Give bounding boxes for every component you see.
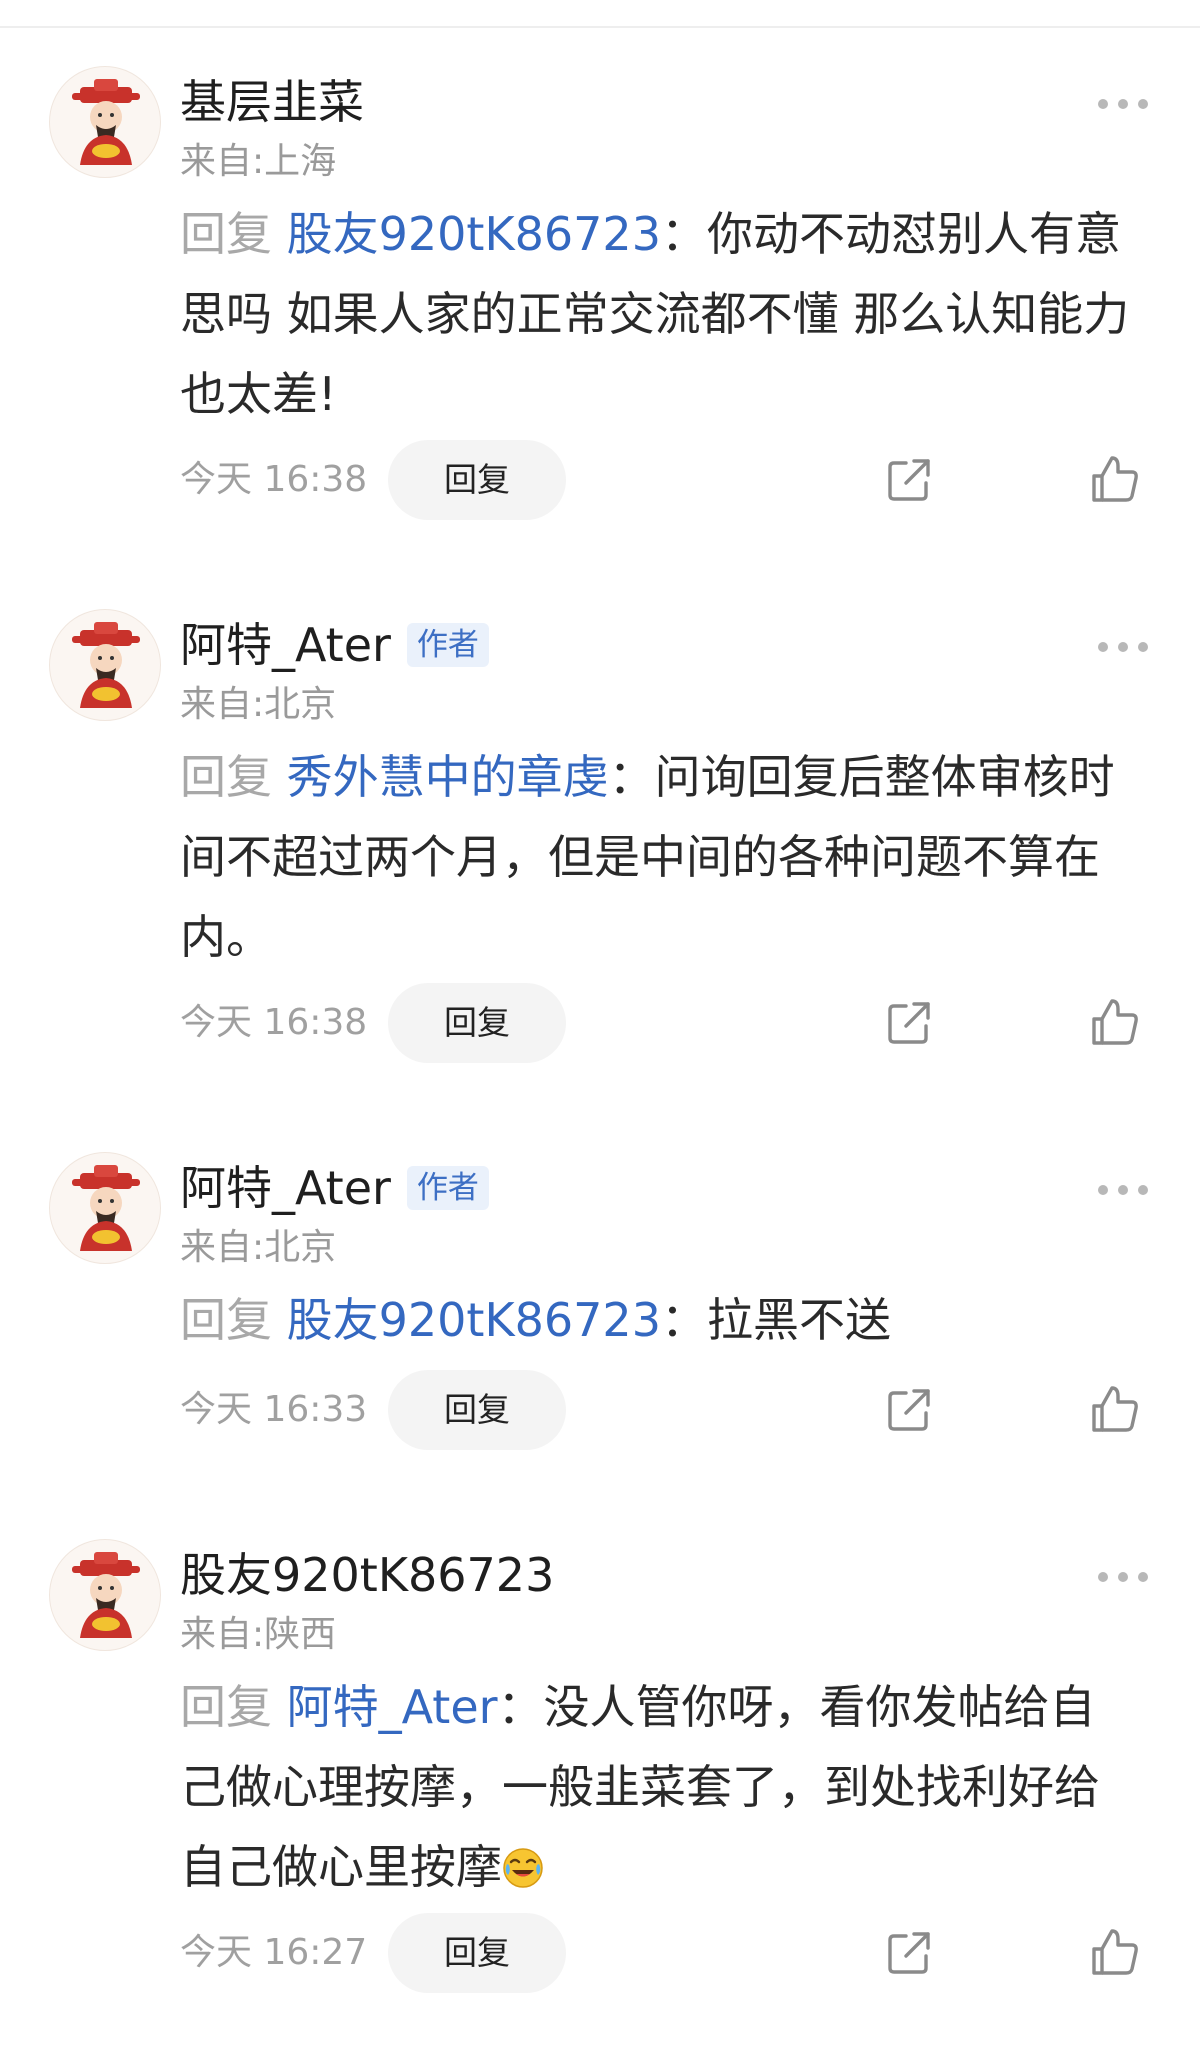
- share-icon[interactable]: [886, 1930, 932, 1976]
- more-dots-icon[interactable]: [1098, 1182, 1148, 1198]
- comment-text: 回复 秀外慧中的章虔：问询回复后整体审核时间不超过两个月，但是中间的各种问题不算…: [180, 737, 1140, 977]
- laugh-cry-emoji-icon: [502, 1833, 544, 1888]
- thumbs-up-icon[interactable]: [1090, 454, 1140, 504]
- user-name[interactable]: 阿特_Ater: [180, 615, 391, 675]
- share-icon[interactable]: [886, 1387, 932, 1433]
- user-name[interactable]: 基层韭菜: [180, 72, 364, 132]
- mention-link[interactable]: 股友920tK86723: [287, 207, 661, 261]
- name-row: 阿特_Ater 作者: [180, 615, 489, 675]
- more-dots-icon[interactable]: [1098, 639, 1148, 655]
- more-dots-icon[interactable]: [1098, 96, 1148, 112]
- timestamp: 今天 16:27: [180, 1932, 368, 1973]
- thumbs-up-icon[interactable]: [1090, 997, 1140, 1047]
- comment-actions: 今天 16:27 回复: [0, 1913, 1200, 1993]
- reply-button[interactable]: 回复: [388, 1913, 566, 1993]
- author-badge: 作者: [406, 1166, 489, 1210]
- reply-button[interactable]: 回复: [388, 1370, 566, 1450]
- caishen-avatar-icon[interactable]: [49, 66, 161, 178]
- name-row: 阿特_Ater 作者: [180, 1158, 489, 1218]
- timestamp: 今天 16:38: [180, 459, 368, 500]
- comment-body: ：拉黑不送: [660, 1293, 891, 1347]
- share-icon[interactable]: [886, 457, 932, 503]
- location-label: 来自:北京: [180, 1227, 337, 1268]
- timestamp: 今天 16:38: [180, 1002, 368, 1043]
- user-name[interactable]: 股友920tK86723: [180, 1545, 554, 1605]
- thumbs-up-icon[interactable]: [1090, 1384, 1140, 1434]
- comment-actions: 今天 16:38 回复: [0, 440, 1200, 520]
- thumbs-up-icon[interactable]: [1090, 1927, 1140, 1977]
- comment-text: 回复 阿特_Ater：没人管你呀，看你发帖给自己做心理按摩，一般韭菜套了，到处找…: [180, 1667, 1140, 1907]
- timestamp: 今天 16:33: [180, 1389, 368, 1430]
- mention-link[interactable]: 阿特_Ater: [287, 1680, 498, 1734]
- mention-link[interactable]: 秀外慧中的章虔: [287, 750, 609, 804]
- reply-button[interactable]: 回复: [388, 983, 566, 1063]
- reply-prefix: 回复: [180, 1680, 287, 1734]
- caishen-avatar-icon[interactable]: [49, 1539, 161, 1651]
- user-name[interactable]: 阿特_Ater: [180, 1158, 391, 1218]
- location-label: 来自:上海: [180, 141, 337, 182]
- mention-link[interactable]: 股友920tK86723: [287, 1293, 661, 1347]
- comment-actions: 今天 16:38 回复: [0, 983, 1200, 1063]
- reply-prefix: 回复: [180, 1293, 287, 1347]
- reply-prefix: 回复: [180, 750, 287, 804]
- author-badge: 作者: [406, 623, 489, 667]
- caishen-avatar-icon[interactable]: [49, 1152, 161, 1264]
- comment-text: 回复 股友920tK86723：你动不动怼别人有意思吗 如果人家的正常交流都不懂…: [180, 194, 1140, 434]
- reply-prefix: 回复: [180, 207, 287, 261]
- reply-button[interactable]: 回复: [388, 440, 566, 520]
- caishen-avatar-icon[interactable]: [49, 609, 161, 721]
- location-label: 来自:陕西: [180, 1614, 337, 1655]
- share-icon[interactable]: [886, 1000, 932, 1046]
- comment-actions: 今天 16:33 回复: [0, 1370, 1200, 1450]
- location-label: 来自:北京: [180, 684, 337, 725]
- top-divider: [0, 26, 1200, 28]
- comment-text: 回复 股友920tK86723：拉黑不送: [180, 1280, 1140, 1360]
- more-dots-icon[interactable]: [1098, 1569, 1148, 1585]
